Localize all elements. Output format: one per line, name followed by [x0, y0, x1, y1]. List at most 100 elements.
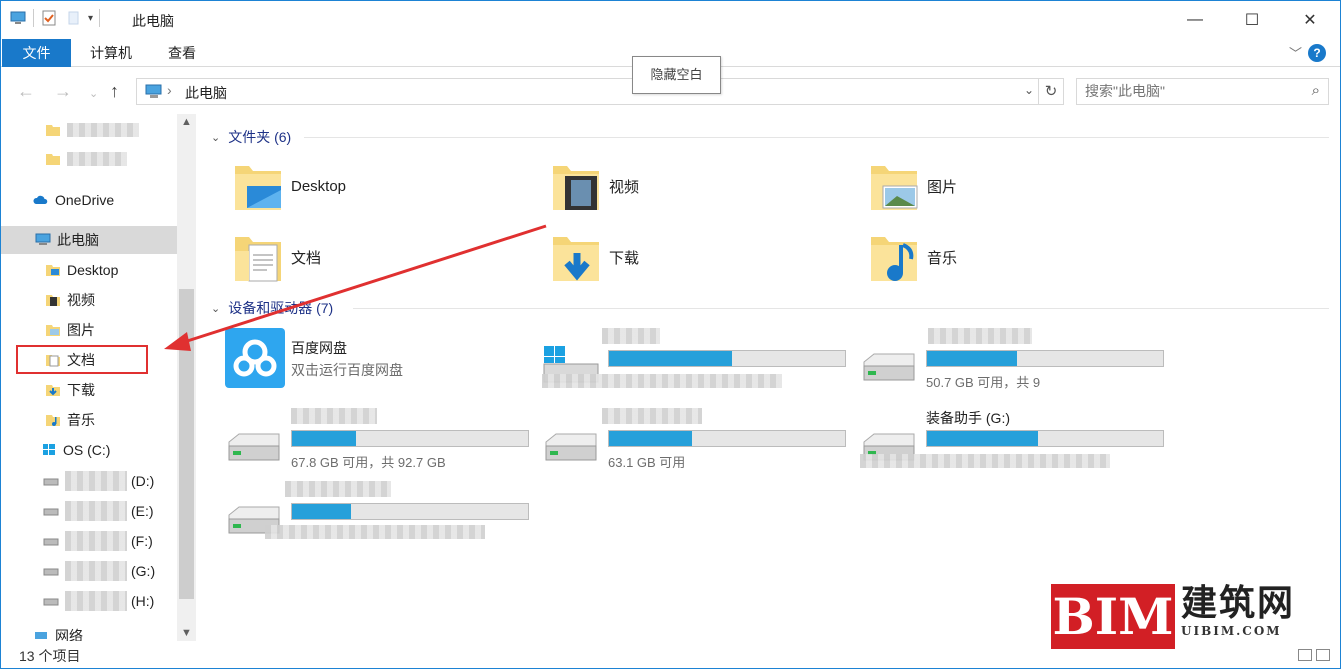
close-button[interactable]: ✕ [1281, 1, 1339, 39]
customize-qat-icon[interactable]: ▾ [88, 13, 93, 24]
drive-os-c[interactable] [542, 328, 852, 398]
blurred-label [67, 123, 139, 137]
group-title: 设备和驱动器 (7) [228, 300, 334, 316]
search-input[interactable] [1085, 83, 1295, 99]
expand-ribbon-icon[interactable]: ﹀ [1289, 43, 1302, 62]
sidebar-item-os-c[interactable]: OS (C:) [1, 436, 177, 464]
downloads-folder-icon [553, 237, 599, 281]
up-icon[interactable]: ↑ [110, 81, 119, 102]
scroll-up-icon[interactable]: ▲ [181, 116, 192, 128]
properties-icon[interactable] [40, 9, 58, 27]
tiles-view-icon[interactable] [1316, 649, 1330, 661]
forward-icon[interactable]: → [54, 81, 72, 102]
folder-downloads[interactable]: 下载 [551, 227, 851, 287]
hard-drive-icon [863, 353, 915, 381]
folders-group-header[interactable]: ⌄ 文件夹 (6) [211, 127, 291, 147]
search-box[interactable]: ⌕ [1076, 78, 1329, 105]
scroll-down-icon[interactable]: ▼ [181, 627, 192, 639]
folder-label: 下载 [609, 249, 640, 267]
folder-label: 音乐 [927, 249, 958, 267]
sidebar-item-drive-g[interactable]: (G:) [1, 557, 177, 585]
sidebar-item-desktop[interactable]: Desktop [1, 256, 177, 284]
title-bar: ▾ 此电脑 — ☐ ✕ [1, 1, 1340, 39]
device-baidu-netdisk[interactable]: 百度网盘 双击运行百度网盘 [225, 328, 535, 398]
blurred-label [602, 408, 702, 424]
nav-scrollbar[interactable]: ▲ ▼ [177, 114, 196, 641]
tab-file[interactable]: 文件 [2, 39, 71, 67]
new-folder-icon[interactable] [64, 9, 82, 27]
sidebar-item-pictures[interactable]: 图片 [1, 316, 177, 344]
maximize-button[interactable]: ☐ [1223, 1, 1281, 39]
cloud-icon [33, 195, 48, 204]
drive-d[interactable]: 50.7 GB 可用，共 9 [860, 328, 1170, 398]
help-button[interactable]: ? [1308, 44, 1326, 62]
sidebar-item-drive-h[interactable]: (H:) [1, 587, 177, 615]
window-title: 此电脑 [132, 13, 174, 29]
separator [99, 9, 101, 27]
address-dropdown-icon[interactable]: ⌄ [1024, 83, 1034, 97]
minimize-button[interactable]: — [1166, 1, 1224, 39]
blurred-label [928, 328, 1032, 344]
sidebar-item-drive-d[interactable]: (D:) [1, 467, 177, 495]
details-view-icon[interactable] [1298, 649, 1312, 661]
sidebar-item-label: 视频 [67, 292, 95, 308]
desktop-folder-icon [235, 166, 281, 210]
blurred-label [860, 454, 1110, 468]
refresh-button[interactable]: ↻ [1039, 78, 1064, 105]
breadcrumb-chevron-icon[interactable]: › [167, 82, 172, 98]
drive-g[interactable]: 装备助手 (G:) [860, 408, 1170, 478]
devices-group-header[interactable]: ⌄ 设备和驱动器 (7) [211, 298, 333, 318]
back-icon[interactable]: ← [17, 81, 35, 102]
sidebar-item-label: OneDrive [55, 192, 115, 208]
sidebar-item-label: (D:) [131, 473, 155, 489]
logo-brand: BIM [1051, 584, 1175, 649]
collapse-chevron-icon[interactable]: ⌄ [211, 131, 220, 144]
quick-access-pinned-item[interactable] [1, 116, 177, 144]
blurred-label [291, 408, 377, 424]
quick-access-pinned-item[interactable] [1, 145, 177, 173]
sidebar-item-network[interactable]: 网络 [1, 622, 177, 641]
hard-drive-icon [43, 478, 59, 486]
recent-locations-icon[interactable]: ⌄ [89, 87, 98, 100]
folder-desktop[interactable]: Desktop [233, 156, 533, 216]
sidebar-item-label: Desktop [67, 262, 119, 278]
hard-drive-icon [228, 433, 280, 461]
baidu-netdisk-icon [225, 328, 285, 388]
collapse-chevron-icon[interactable]: ⌄ [211, 302, 220, 315]
tab-computer[interactable]: 计算机 [74, 39, 148, 67]
downloads-folder-icon [46, 385, 60, 396]
drive-usage-bar [291, 430, 529, 447]
drive-label: 装备助手 (G:) [926, 410, 1010, 426]
this-pc-icon [10, 11, 26, 24]
sidebar-item-music[interactable]: 音乐 [1, 406, 177, 434]
windows-drive-icon [43, 444, 55, 455]
group-divider [353, 308, 1329, 309]
breadcrumb-this-pc[interactable]: 此电脑 [185, 83, 227, 103]
tab-view[interactable]: 查看 [152, 39, 212, 67]
folder-pictures[interactable]: 图片 [869, 156, 1169, 216]
sidebar-item-drive-f[interactable]: (F:) [1, 527, 177, 555]
music-folder-icon [46, 415, 60, 426]
sidebar-item-onedrive[interactable]: OneDrive [1, 186, 177, 214]
folder-documents[interactable]: 文档 [233, 227, 533, 287]
sidebar-item-drive-e[interactable]: (E:) [1, 497, 177, 525]
sidebar-item-videos[interactable]: 视频 [1, 286, 177, 314]
drive-h[interactable] [225, 481, 535, 551]
search-icon: ⌕ [1311, 82, 1320, 99]
drive-usage-fill [609, 431, 692, 446]
sidebar-item-downloads[interactable]: 下载 [1, 376, 177, 404]
logo-text: 建筑网 UIBIM.COM [1175, 584, 1319, 649]
device-description: 双击运行百度网盘 [291, 362, 403, 378]
drive-usage-bar [926, 350, 1164, 367]
scroll-thumb[interactable] [179, 289, 194, 599]
drive-f[interactable]: 63.1 GB 可用 [542, 408, 852, 478]
folder-videos[interactable]: 视频 [551, 156, 851, 216]
sidebar-item-this-pc[interactable]: 此电脑 [1, 226, 177, 254]
documents-folder-icon [235, 237, 281, 282]
hard-drive-icon [545, 433, 597, 461]
drive-e[interactable]: 67.8 GB 可用，共 92.7 GB [225, 408, 535, 478]
folder-music[interactable]: 音乐 [869, 227, 1169, 287]
highlight-box [16, 345, 148, 374]
address-bar[interactable]: › 此电脑 ⌄ [136, 78, 1039, 105]
drive-usage-bar [608, 350, 846, 367]
